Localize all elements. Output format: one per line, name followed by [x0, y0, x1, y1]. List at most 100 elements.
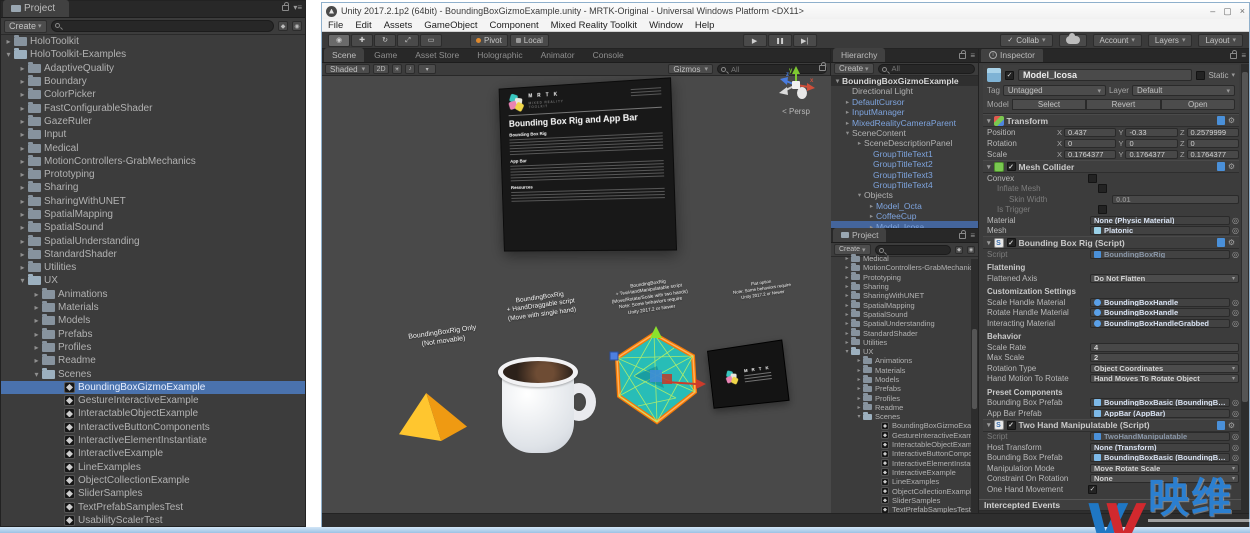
object-picker-icon[interactable]: ◎: [1232, 319, 1239, 328]
help-icon[interactable]: [1217, 162, 1225, 171]
account-button[interactable]: Account▾: [1093, 34, 1142, 47]
checkbox[interactable]: [1098, 205, 1107, 214]
mesh-collider-header[interactable]: ▾ ✓ Mesh Collider ⚙: [983, 160, 1239, 173]
coffee-cup-object[interactable]: [498, 357, 598, 459]
tree-row[interactable]: Prototyping: [1, 168, 305, 181]
value-field[interactable]: None (Physic Material): [1090, 216, 1230, 225]
hierarchy-row[interactable]: BoundingBoxGizmoExample: [831, 76, 978, 86]
component-checkbox[interactable]: ✓: [1007, 238, 1016, 247]
view-tab[interactable]: Animator: [533, 48, 583, 62]
expand-arrow[interactable]: [843, 108, 852, 116]
lock-icon[interactable]: [282, 5, 289, 11]
expand-arrow[interactable]: [843, 311, 851, 318]
tree-row[interactable]: AdaptiveQuality: [1, 62, 305, 75]
hierarchy-row[interactable]: GroupTitleText3: [831, 169, 978, 179]
tree-row[interactable]: Utilities: [831, 338, 978, 347]
tree-row[interactable]: SpatialUnderstanding: [831, 319, 978, 328]
object-picker-icon[interactable]: ◎: [1232, 308, 1239, 317]
maximize-button[interactable]: ▢: [1223, 6, 1232, 17]
tree-row[interactable]: InteractiveElementInstantiate: [831, 459, 978, 468]
tree-row[interactable]: Boundary: [1, 75, 305, 88]
collab-button[interactable]: ✓Collab▾: [1000, 34, 1052, 47]
tree-row[interactable]: InteractableObjectExample: [1, 407, 305, 420]
gear-icon[interactable]: ⚙: [1228, 162, 1235, 171]
two-hand-manipulatable-header[interactable]: ▾ ✓ Two Hand Manipulatable (Script) ⚙: [983, 419, 1239, 432]
search-input[interactable]: [51, 20, 274, 32]
tree-row[interactable]: Prefabs: [1, 328, 305, 341]
value-field[interactable]: BoundingBoxBasic (BoundingBox): [1090, 453, 1230, 462]
hierarchy-row[interactable]: GroupTitleText1: [831, 149, 978, 159]
expand-arrow[interactable]: [855, 367, 863, 374]
menu-item[interactable]: Window: [649, 20, 683, 31]
hierarchy-row[interactable]: SceneContent: [831, 128, 978, 138]
value-field[interactable]: BoundingBoxBasic (BoundingBox): [1090, 398, 1230, 407]
value-field[interactable]: BoundingBoxHandle: [1090, 298, 1230, 307]
view-tab[interactable]: Holographic: [469, 48, 530, 62]
panel-menu-icon[interactable]: ≡: [1241, 52, 1246, 60]
gear-icon[interactable]: ⚙: [1228, 421, 1235, 430]
expand-arrow[interactable]: [17, 170, 28, 179]
expand-arrow[interactable]: [17, 183, 28, 192]
tree-row[interactable]: Medical: [1, 141, 305, 154]
lock-icon[interactable]: [959, 233, 966, 239]
expand-arrow[interactable]: [31, 303, 42, 312]
tree-row[interactable]: Materials: [1, 301, 305, 314]
scrollbar[interactable]: [971, 259, 978, 533]
active-checkbox[interactable]: ✓: [1005, 71, 1014, 80]
menu-item[interactable]: Edit: [355, 20, 371, 31]
expand-arrow[interactable]: [17, 250, 28, 259]
rotate-tool-button[interactable]: ↻: [374, 34, 396, 47]
expand-arrow[interactable]: [855, 357, 863, 364]
expand-arrow[interactable]: [17, 117, 28, 126]
expand-arrow[interactable]: [843, 129, 852, 137]
tree-row[interactable]: BoundingBoxGizmoExample: [1, 381, 305, 394]
hierarchy-row[interactable]: DefaultCursor: [831, 97, 978, 107]
expand-arrow[interactable]: [17, 197, 28, 206]
tree-row[interactable]: InteractiveExample: [1, 447, 305, 460]
value-field[interactable]: Platonic: [1090, 226, 1230, 235]
tree-row[interactable]: HoloToolkit-Examples: [1, 48, 305, 61]
expand-arrow[interactable]: [843, 119, 852, 127]
object-picker-icon[interactable]: ◎: [1232, 216, 1239, 225]
panel-menu-icon[interactable]: ▾≡: [293, 4, 302, 12]
lock-icon[interactable]: [1230, 53, 1237, 59]
tree-row[interactable]: InteractiveExample: [831, 468, 978, 477]
tree-row[interactable]: Prefabs: [831, 384, 978, 393]
expand-arrow[interactable]: [855, 413, 863, 420]
lock-icon[interactable]: [819, 65, 826, 71]
hierarchy-row[interactable]: SceneDescriptionPanel: [831, 138, 978, 148]
static-toggle[interactable]: Static▾: [1196, 71, 1235, 80]
tree-row[interactable]: InteractiveElementInstantiate: [1, 434, 305, 447]
z-field[interactable]: 0.2579999: [1187, 128, 1239, 137]
tree-row[interactable]: ObjectCollectionExample: [831, 486, 978, 495]
create-button[interactable]: Create▾: [834, 63, 874, 74]
object-picker-icon[interactable]: ◎: [1232, 409, 1239, 418]
step-button[interactable]: ▶|: [793, 34, 817, 47]
tree-row[interactable]: SpatialMapping: [1, 208, 305, 221]
tree-row[interactable]: Medical: [831, 254, 978, 263]
tree-row[interactable]: ColorPicker: [1, 88, 305, 101]
z-field[interactable]: 0: [1187, 139, 1239, 148]
expand-arrow[interactable]: [17, 64, 28, 73]
hierarchy-row[interactable]: InputManager: [831, 107, 978, 117]
expand-arrow[interactable]: [17, 130, 28, 139]
menu-item[interactable]: Mixed Reality Toolkit: [551, 20, 637, 31]
menu-item[interactable]: GameObject: [424, 20, 477, 31]
lock-icon[interactable]: [959, 53, 966, 59]
scene-canvas[interactable]: M R T KMIXED REALITYTOOLKIT Bounding Box…: [322, 76, 831, 513]
2d-toggle[interactable]: 2D: [373, 64, 389, 74]
expand-arrow[interactable]: [31, 370, 42, 379]
expand-arrow[interactable]: [31, 316, 42, 325]
object-picker-icon[interactable]: ◎: [1232, 298, 1239, 307]
expand-arrow[interactable]: [855, 376, 863, 383]
x-field[interactable]: 0.437: [1064, 128, 1116, 137]
expand-arrow[interactable]: [855, 404, 863, 411]
expand-arrow[interactable]: [31, 330, 42, 339]
tree-row[interactable]: TextPrefabSamplesTest: [1, 500, 305, 513]
tree-row[interactable]: ObjectCollectionExample: [1, 474, 305, 487]
value-field[interactable]: Do Not Flatten: [1090, 274, 1239, 283]
help-icon[interactable]: [1217, 238, 1225, 247]
expand-arrow[interactable]: [855, 385, 863, 392]
layout-button[interactable]: Layout▾: [1198, 34, 1243, 47]
hierarchy-row[interactable]: Model_Icosa: [831, 221, 978, 228]
